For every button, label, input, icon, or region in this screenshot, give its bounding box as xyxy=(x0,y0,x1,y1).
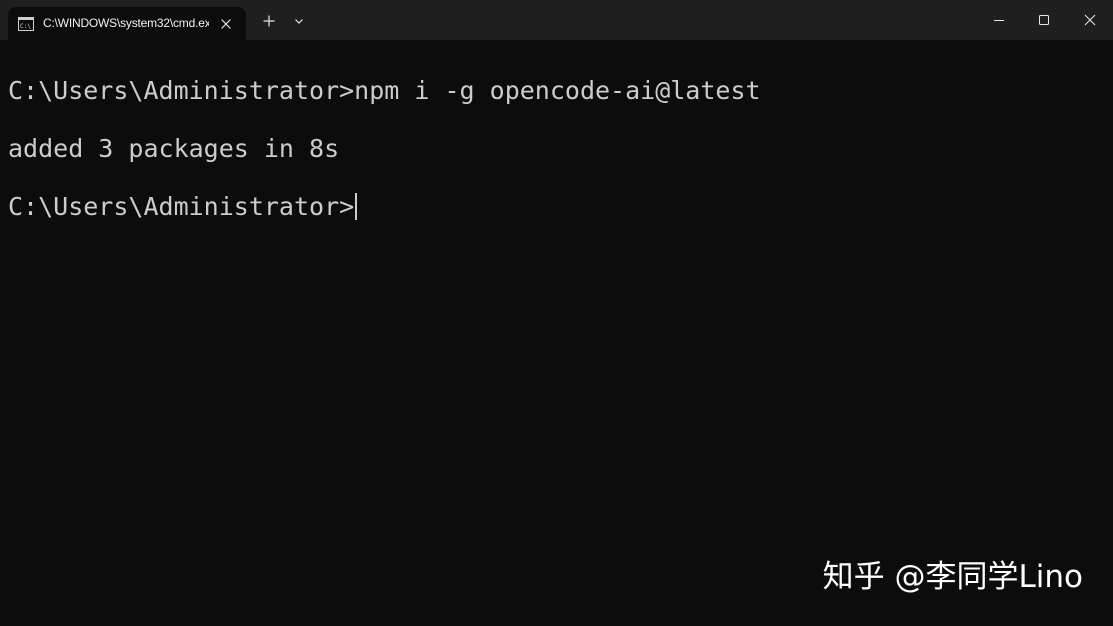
plus-icon[interactable] xyxy=(257,10,281,32)
watermark: 知乎 @李同学Lino xyxy=(822,559,1083,595)
console-prompt: C:\Users\Administrator> xyxy=(8,192,355,221)
cmd-icon: C:\ xyxy=(18,17,34,31)
minimize-icon[interactable] xyxy=(976,0,1022,40)
svg-text:C:\: C:\ xyxy=(20,23,31,30)
console-line: added 3 packages in 8s xyxy=(8,134,340,163)
tab-title: C:\WINDOWS\system32\cmd.exe xyxy=(43,16,209,30)
tab-cmd[interactable]: C:\ C:\WINDOWS\system32\cmd.exe xyxy=(8,7,246,40)
title-bar: C:\ C:\WINDOWS\system32\cmd.exe xyxy=(0,0,1113,40)
chevron-down-icon[interactable] xyxy=(287,10,311,32)
close-tab-icon[interactable] xyxy=(216,15,236,33)
terminal-window: C:\ C:\WINDOWS\system32\cmd.exe C:\Users… xyxy=(0,0,1113,626)
maximize-icon[interactable] xyxy=(1021,0,1067,40)
text-cursor xyxy=(355,193,358,220)
close-icon[interactable] xyxy=(1067,0,1113,40)
console-line: C:\Users\Administrator>npm i -g opencode… xyxy=(8,76,761,105)
console-output[interactable]: C:\Users\Administrator>npm i -g opencode… xyxy=(0,40,1113,626)
console-prompt-line: C:\Users\Administrator> xyxy=(8,190,358,224)
